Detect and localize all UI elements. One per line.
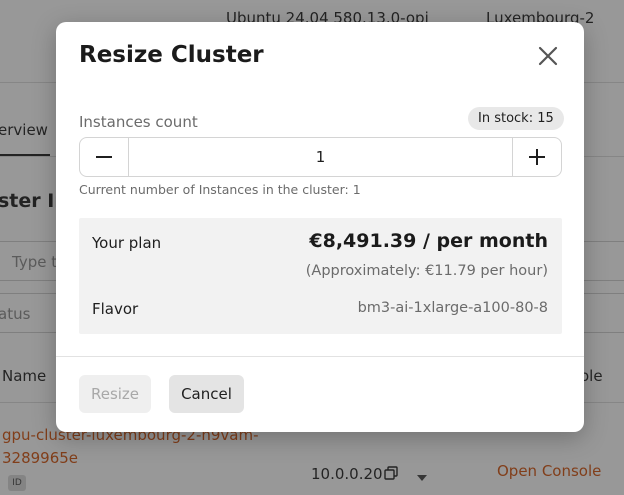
current-count-hint: Current number of Instances in the clust… (79, 182, 361, 197)
flavor-value: bm3-ai-1xlarge-a100-80-8 (357, 300, 548, 316)
stock-badge: In stock: 15 (468, 107, 564, 130)
increment-button[interactable] (512, 138, 561, 176)
close-icon (538, 46, 558, 66)
plan-hourly-estimate: (Approximately: €11.79 per hour) (305, 263, 548, 279)
decrement-button[interactable] (80, 138, 129, 176)
instances-count-stepper (79, 137, 562, 177)
resize-cluster-dialog: Resize Cluster Instances count In stock:… (56, 22, 584, 432)
plus-icon (529, 149, 545, 165)
minus-icon (96, 156, 112, 158)
flavor-label: Flavor (92, 300, 139, 318)
close-button[interactable] (534, 42, 562, 70)
plan-summary: Your plan €8,491.39 / per month (Approxi… (79, 218, 562, 334)
instances-count-label: Instances count (79, 113, 198, 131)
instances-count-input[interactable] (129, 138, 512, 176)
dialog-title: Resize Cluster (79, 42, 264, 68)
cancel-button[interactable]: Cancel (169, 375, 244, 413)
plan-label: Your plan (92, 234, 162, 252)
plan-price: €8,491.39 / per month (309, 230, 548, 252)
dialog-divider (56, 356, 584, 357)
resize-button[interactable]: Resize (79, 375, 151, 413)
